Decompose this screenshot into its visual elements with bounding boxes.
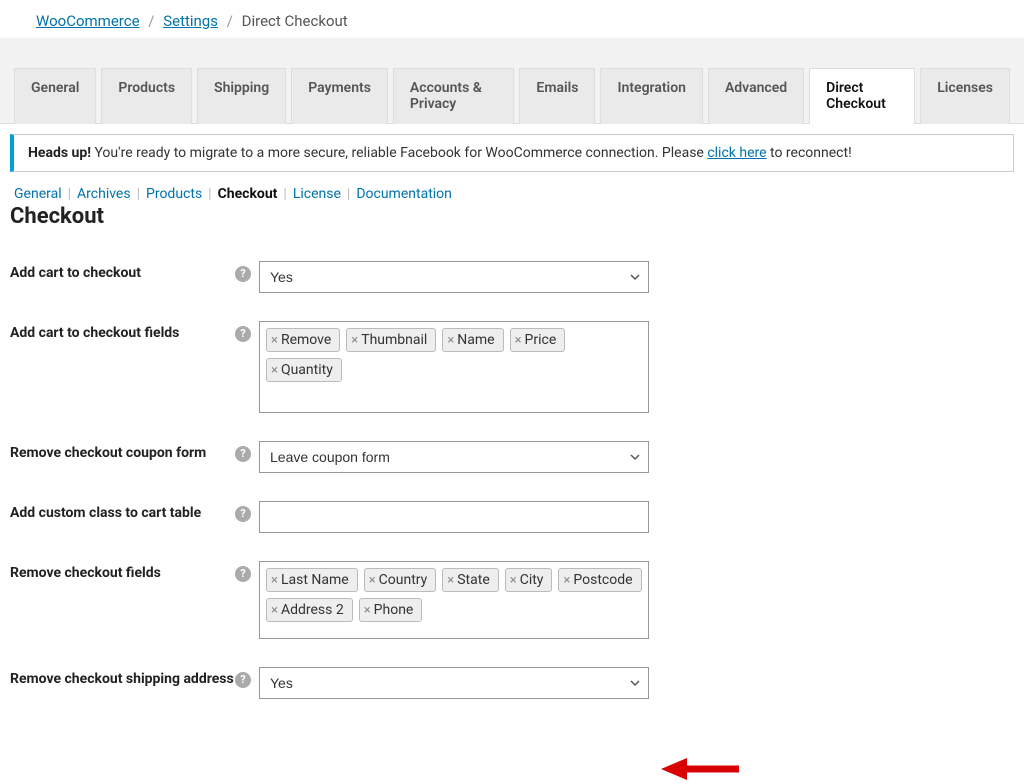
tag-city[interactable]: ×City <box>505 568 553 592</box>
subnav-sep: | <box>283 186 286 202</box>
subnav-sep: | <box>347 186 350 202</box>
tag-label: Quantity <box>281 362 333 378</box>
breadcrumb-root[interactable]: WooCommerce <box>36 12 140 30</box>
tag-label: Remove <box>281 332 331 348</box>
row-label-remove-coupon: Remove checkout coupon form <box>10 427 235 487</box>
section-title: Checkout <box>10 204 1024 229</box>
add-cart-fields-tagbox[interactable]: ×Remove×Thumbnail×Name×Price×Quantity <box>259 321 649 413</box>
tab-emails[interactable]: Emails <box>519 68 595 124</box>
tag-remove-icon[interactable]: × <box>271 603 278 618</box>
tag-remove-icon[interactable]: × <box>563 573 570 588</box>
tag-remove-icon[interactable]: × <box>351 333 358 348</box>
notice-after: to reconnect! <box>767 145 852 161</box>
tag-phone[interactable]: ×Phone <box>359 598 423 622</box>
tab-payments[interactable]: Payments <box>291 68 388 124</box>
remove-coupon-select[interactable]: Leave coupon form <box>259 441 649 473</box>
tag-remove-icon[interactable]: × <box>510 573 517 588</box>
tag-remove[interactable]: ×Remove <box>266 328 340 352</box>
tag-label: Postcode <box>573 572 632 588</box>
tag-country[interactable]: ×Country <box>364 568 437 592</box>
help-icon[interactable]: ? <box>235 672 251 688</box>
tab-shipping[interactable]: Shipping <box>197 68 286 124</box>
tab-accounts-privacy[interactable]: Accounts & Privacy <box>393 68 515 124</box>
notice-lead: Heads up! <box>28 145 91 161</box>
tag-quantity[interactable]: ×Quantity <box>266 358 342 382</box>
help-icon[interactable]: ? <box>235 446 251 462</box>
tag-remove-icon[interactable]: × <box>271 363 278 378</box>
subnav: General | Archives | Products | Checkout | Licen… <box>0 172 1024 202</box>
row-label-add-cart: Add cart to checkout <box>10 247 235 307</box>
subnav-current: Checkout <box>218 186 278 202</box>
notice-link[interactable]: click here <box>707 145 766 161</box>
row-label-remove-shipping: Remove checkout shipping address <box>10 653 235 713</box>
custom-class-input[interactable] <box>259 501 649 533</box>
tab-advanced[interactable]: Advanced <box>708 68 804 124</box>
subnav-sep: | <box>68 186 71 202</box>
row-label-add-cart-fields: Add cart to checkout fields <box>10 307 235 427</box>
subnav-link-license[interactable]: License <box>293 186 341 202</box>
tag-last-name[interactable]: ×Last Name <box>266 568 358 592</box>
tag-remove-icon[interactable]: × <box>271 573 278 588</box>
breadcrumb-sep-icon: / <box>148 12 154 30</box>
tag-remove-icon[interactable]: × <box>364 603 371 618</box>
breadcrumb-current: Direct Checkout <box>242 12 348 30</box>
highlight-arrow-icon <box>661 754 741 784</box>
help-icon[interactable]: ? <box>235 326 251 342</box>
tag-label: Name <box>457 332 494 348</box>
tag-label: Last Name <box>281 572 349 588</box>
tag-remove-icon[interactable]: × <box>447 333 454 348</box>
tag-label: Address 2 <box>281 602 344 618</box>
tag-postcode[interactable]: ×Postcode <box>558 568 641 592</box>
subnav-link-documentation[interactable]: Documentation <box>356 186 452 202</box>
tag-address-2[interactable]: ×Address 2 <box>266 598 353 622</box>
tag-label: Country <box>379 572 428 588</box>
tab-integration[interactable]: Integration <box>600 68 702 124</box>
breadcrumb-sep-icon: / <box>227 12 233 30</box>
subnav-sep: | <box>208 186 211 202</box>
breadcrumb-settings[interactable]: Settings <box>163 12 218 30</box>
tag-remove-icon[interactable]: × <box>447 573 454 588</box>
tag-label: Phone <box>374 602 414 618</box>
breadcrumb: WooCommerce / Settings / Direct Checkout <box>0 0 1024 38</box>
tag-remove-icon[interactable]: × <box>271 333 278 348</box>
migration-notice: Heads up! You're ready to migrate to a m… <box>10 134 1014 172</box>
help-icon[interactable]: ? <box>235 566 251 582</box>
tag-name[interactable]: ×Name <box>442 328 503 352</box>
tag-label: Price <box>525 332 557 348</box>
remove-fields-tagbox[interactable]: ×Last Name×Country×State×City×Postcode×A… <box>259 561 649 639</box>
help-icon[interactable]: ? <box>235 506 251 522</box>
subnav-sep: | <box>137 186 140 202</box>
subnav-link-general[interactable]: General <box>14 186 62 202</box>
row-label-remove-fields: Remove checkout fields <box>10 547 235 653</box>
add-cart-select[interactable]: Yes <box>259 261 649 293</box>
tab-direct-checkout[interactable]: Direct Checkout <box>809 68 915 124</box>
tab-general[interactable]: General <box>14 68 96 124</box>
tab-licenses[interactable]: Licenses <box>920 68 1010 124</box>
remove-shipping-select[interactable]: Yes <box>259 667 649 699</box>
settings-table: Add cart to checkout ? Yes Add cart to c… <box>10 247 650 713</box>
settings-tabbar: GeneralProductsShippingPaymentsAccounts … <box>0 38 1024 124</box>
tag-state[interactable]: ×State <box>442 568 498 592</box>
tag-label: Thumbnail <box>361 332 427 348</box>
help-icon[interactable]: ? <box>235 266 251 282</box>
tag-label: City <box>520 572 544 588</box>
tag-remove-icon[interactable]: × <box>369 573 376 588</box>
notice-text: You're ready to migrate to a more secure… <box>91 145 707 161</box>
tag-thumbnail[interactable]: ×Thumbnail <box>346 328 436 352</box>
tag-price[interactable]: ×Price <box>510 328 566 352</box>
tab-products[interactable]: Products <box>101 68 192 124</box>
subnav-link-products[interactable]: Products <box>146 186 202 202</box>
tag-remove-icon[interactable]: × <box>515 333 522 348</box>
row-label-custom-class: Add custom class to cart table <box>10 487 235 547</box>
tag-label: State <box>457 572 490 588</box>
subnav-link-archives[interactable]: Archives <box>77 186 131 202</box>
